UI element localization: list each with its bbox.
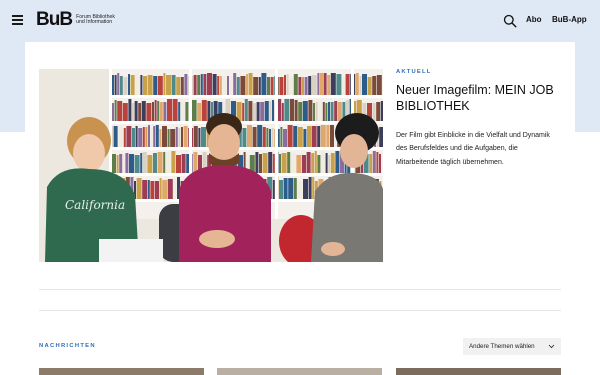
featured-headline[interactable]: Neuer Imagefilm: MEIN JOB BIBLIOTHEK [396,82,566,114]
search-icon[interactable] [503,14,517,28]
featured-kicker: AKTUELL [396,69,432,75]
svg-text:California: California [65,198,125,212]
logo-mark: BuB [36,9,73,30]
divider [39,289,561,290]
featured-image[interactable]: California [39,69,383,262]
featured-teaser: Der Film gibt Einblicke in die Vielfalt … [396,132,550,166]
nav-link-abo[interactable]: Abo [526,15,542,24]
news-section-label: NACHRICHTEN [39,343,96,349]
site-header: BuB Forum Bibliothek und Information Abo… [0,0,600,42]
news-thumbnail[interactable] [217,368,382,375]
logo-subtitle: Forum Bibliothek und Information [76,13,115,25]
news-thumbnail[interactable] [396,368,561,375]
nav-link-bub-app[interactable]: BuB-App [552,15,587,24]
site-logo[interactable]: BuB Forum Bibliothek und Information [36,10,116,30]
library-photo-illustration: California [39,69,383,262]
topic-select-label: Andere Themen wählen [469,343,535,350]
chevron-down-icon [548,344,555,349]
topic-select[interactable]: Andere Themen wählen [463,338,561,355]
divider [39,310,561,311]
menu-icon[interactable] [12,15,23,25]
news-thumbnail[interactable] [39,368,204,375]
